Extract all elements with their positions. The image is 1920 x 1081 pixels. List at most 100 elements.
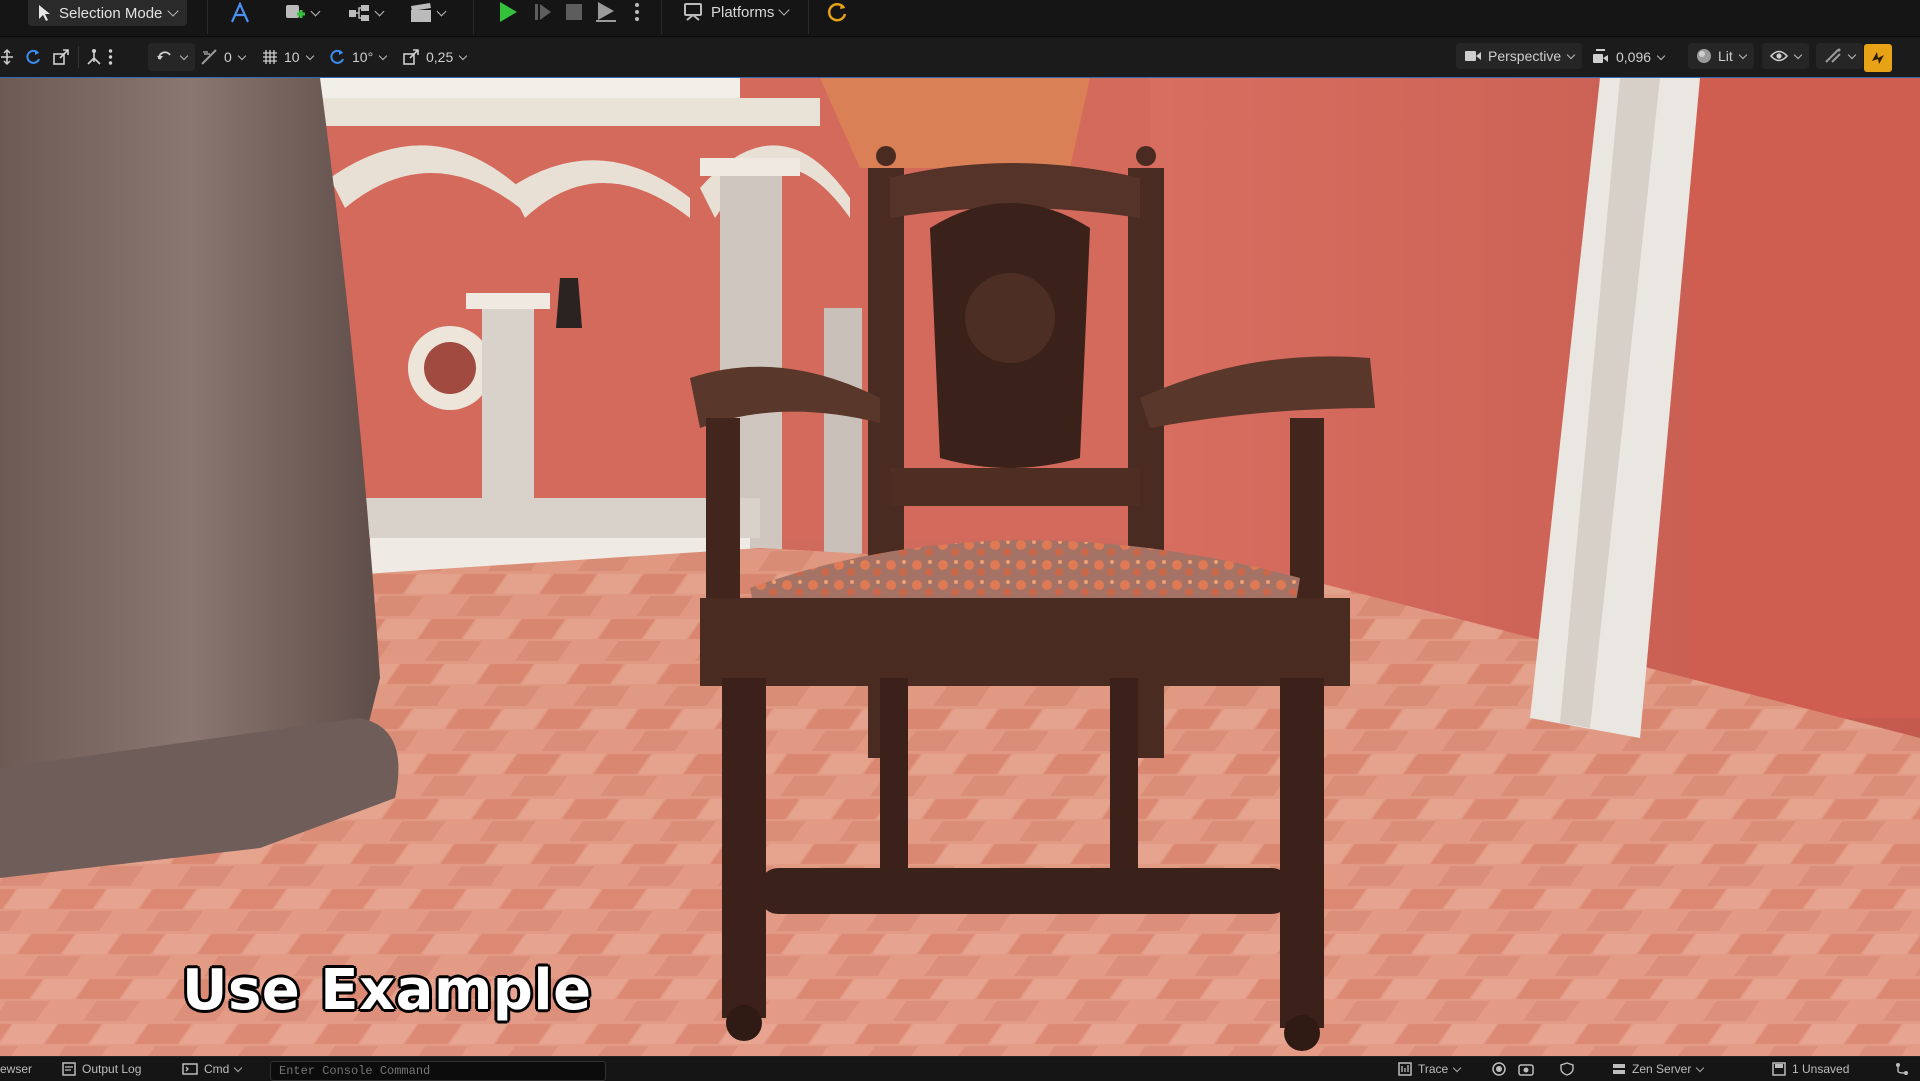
chevron-down-icon <box>1566 50 1576 59</box>
grid-snap-icon <box>263 50 277 64</box>
compile-status-button[interactable] <box>824 0 850 24</box>
view-mode-dropdown[interactable]: Lit <box>1688 43 1754 69</box>
eye-icon <box>1770 50 1788 62</box>
rotate-icon[interactable] <box>24 48 42 66</box>
camera-icon <box>1518 1064 1534 1076</box>
translate-snap-value: 0 <box>224 49 232 65</box>
add-actor-button[interactable] <box>278 0 324 26</box>
more-options-button[interactable] <box>627 0 647 24</box>
toolbar-divider <box>473 0 474 34</box>
rotation-snap-value: 10° <box>352 49 374 65</box>
chevron-down-icon <box>1793 50 1803 59</box>
more-options-icon <box>635 3 639 21</box>
lit-sphere-icon <box>1697 49 1711 63</box>
chevron-down-icon <box>179 51 189 60</box>
shield-icon <box>1560 1062 1574 1076</box>
ceiling-bricks <box>820 78 1090 168</box>
status-bar: ewser Output Log Cmd Trace Zen Server 1 … <box>0 1056 1920 1081</box>
chevron-down-icon <box>305 51 314 60</box>
stop-icon <box>566 4 582 20</box>
toolbar-divider <box>661 0 662 34</box>
chevron-down-icon <box>234 1063 243 1072</box>
level-viewport[interactable]: Use Example <box>0 78 1920 1056</box>
platforms-icon <box>684 3 702 21</box>
cmd-dropdown[interactable]: Cmd <box>182 1057 243 1081</box>
perspective-label: Perspective <box>1488 48 1562 64</box>
zen-server-label: Zen Server <box>1632 1062 1692 1076</box>
unsaved-button[interactable]: 1 Unsaved <box>1772 1057 1849 1081</box>
play-icon <box>500 2 517 22</box>
zen-server-dropdown[interactable]: Zen Server <box>1612 1057 1705 1081</box>
modeling-mode-button[interactable] <box>226 0 254 26</box>
modeling-mode-icon <box>230 2 250 23</box>
console-icon <box>182 1063 198 1075</box>
chevron-down-icon <box>237 51 247 60</box>
overlay-caption: Use Example <box>182 958 592 1023</box>
transform-tools <box>0 43 70 71</box>
chevron-down-icon <box>167 5 180 17</box>
toolbar-divider <box>78 46 79 68</box>
translate-icon[interactable] <box>0 49 14 65</box>
content-browser-button[interactable]: ewser <box>0 1057 32 1081</box>
console-command-input[interactable] <box>270 1061 606 1081</box>
play-button[interactable] <box>495 0 521 24</box>
cinematics-button[interactable] <box>404 0 450 26</box>
surface-snapping-button[interactable] <box>148 43 195 71</box>
scale-snap-icon <box>403 49 419 65</box>
cmd-label: Cmd <box>204 1062 230 1076</box>
grid-snap-value: 10 <box>284 49 300 65</box>
camera-icon <box>1465 51 1481 61</box>
advance-frame-button[interactable] <box>531 0 555 24</box>
play-options-icon <box>596 2 616 22</box>
rotation-snap-icon <box>330 49 344 64</box>
toolbar-divider <box>207 0 208 34</box>
camera-speed-button[interactable]: 0,096 <box>1592 43 1666 71</box>
output-log-button[interactable]: Output Log <box>62 1057 141 1081</box>
trace-dropdown[interactable]: Trace <box>1398 1057 1462 1081</box>
server-icon <box>1613 1064 1625 1074</box>
blueprint-button[interactable] <box>342 0 388 26</box>
notifications-button[interactable] <box>1560 1057 1574 1081</box>
record-button[interactable] <box>1492 1057 1506 1081</box>
cinematics-icon <box>411 3 431 22</box>
scale-snap-value: 0,25 <box>426 49 454 65</box>
chevron-down-icon <box>310 6 321 16</box>
source-control-button[interactable] <box>1894 1057 1910 1081</box>
stop-button[interactable] <box>562 0 586 24</box>
blueprint-icon <box>349 5 369 21</box>
chevron-down-icon <box>1847 50 1857 59</box>
trace-icon <box>1398 1062 1412 1076</box>
output-log-icon <box>62 1062 76 1076</box>
advance-frame-icon <box>535 4 551 20</box>
scale-snap-button[interactable]: 0,25 <box>402 43 468 71</box>
screenshot-button[interactable] <box>1518 1057 1534 1081</box>
translate-snap-button[interactable]: 0 <box>200 43 247 71</box>
far-right-wall <box>1690 78 1920 718</box>
content-browser-label: ewser <box>0 1062 33 1076</box>
play-options-button[interactable] <box>593 0 619 24</box>
stone-pillar <box>0 78 380 778</box>
source-control-icon <box>1896 1063 1908 1075</box>
realtime-toggle-button[interactable] <box>1864 44 1892 72</box>
output-log-label: Output Log <box>82 1062 142 1076</box>
performance-scalability-dropdown[interactable] <box>1816 43 1863 69</box>
selection-mode-dropdown[interactable]: Selection Mode <box>28 0 188 26</box>
chevron-down-icon <box>1452 1063 1462 1072</box>
platforms-dropdown[interactable]: Platforms <box>683 0 791 30</box>
rotation-snap-button[interactable]: 10° <box>328 43 388 71</box>
chevron-down-icon <box>1696 1063 1705 1072</box>
viewport-toolbar: 0 10 10° 0,25 Perspective 0,096 Lit <box>0 37 1920 78</box>
perspective-dropdown[interactable]: Perspective <box>1456 43 1583 69</box>
main-toolbar: Selection Mode Platforms <box>0 0 1920 37</box>
chevron-down-icon <box>378 51 388 60</box>
compile-status-icon <box>827 3 847 22</box>
coordinate-system-button[interactable] <box>86 43 102 71</box>
translate-snap-icon <box>201 49 217 65</box>
chevron-down-icon <box>374 6 385 16</box>
more-vertical-icon <box>108 49 113 65</box>
grid-snap-button[interactable]: 10 <box>262 43 314 71</box>
scale-icon[interactable] <box>52 48 70 66</box>
steps <box>360 498 760 538</box>
more-options-button[interactable] <box>108 43 113 71</box>
show-flags-dropdown[interactable] <box>1762 43 1809 69</box>
